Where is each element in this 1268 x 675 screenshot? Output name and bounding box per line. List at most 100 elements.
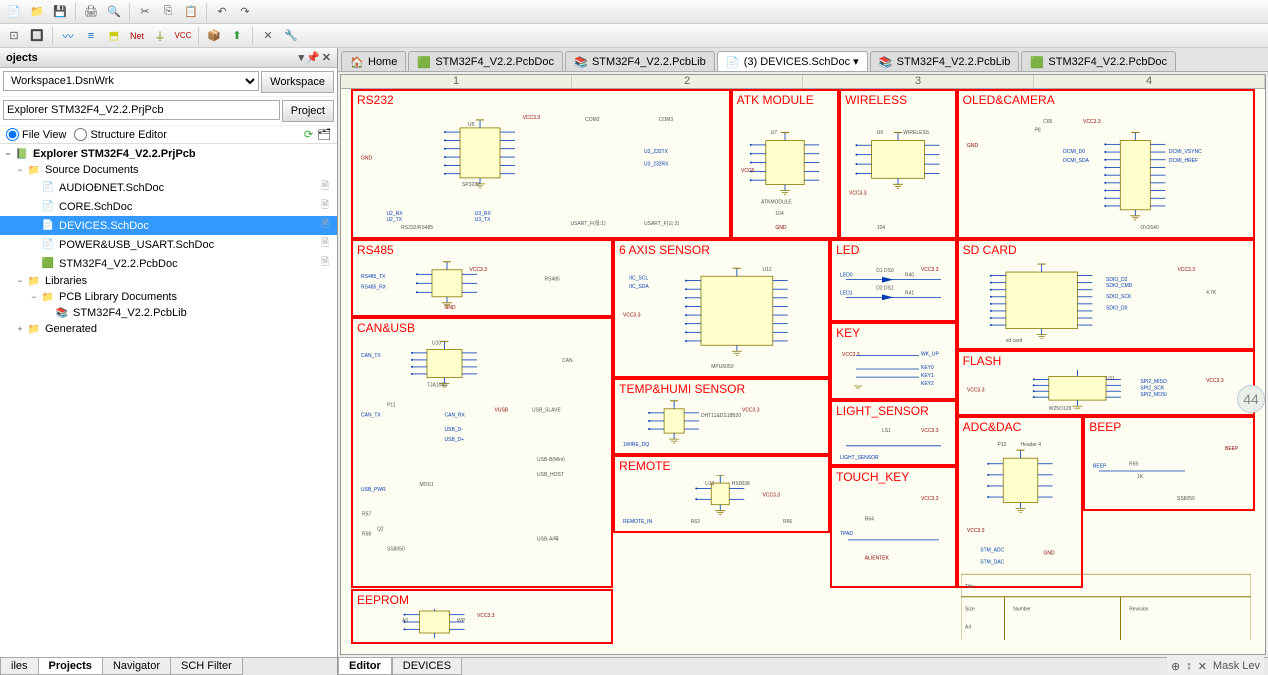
schematic-block-eeprom[interactable]: EEPROMVCC3.3A0WP [351,589,613,645]
tree-item[interactable]: −📗Explorer STM32F4_V2.2.PrjPcb [0,146,337,162]
project-input[interactable] [3,100,280,120]
doc-tab[interactable]: 🟩STM32F4_V2.2.PcbDoc [1021,51,1176,71]
schematic-block-titleblock[interactable]: TitleSizeA4NumberRevision [957,511,1255,644]
tb-undo[interactable]: ↶ [212,2,232,22]
schematic-block-flash[interactable]: FLASHU11W25Q128VCC3.3SPI2_MISOSPI2_SCKSP… [957,350,1255,417]
schematic-block-atk[interactable]: ATK MODULEU7ATKMODULEVCC5GND104 [731,89,839,239]
tb-cross[interactable]: ✕ [258,26,278,46]
doc-tab[interactable]: 🏠Home [341,51,406,71]
schematic-block-axis[interactable]: 6 AXIS SENSORU12MPU6050IIC_SCLIIC_SDAVCC… [613,239,830,378]
file-view-radio[interactable]: File View [6,128,66,141]
tb-copy[interactable]: ⎘ [158,2,178,22]
schematic-block-led[interactable]: LEDLED0LED1D1 DS0D2 DS1VCC3.3R40R41 [830,239,957,322]
tb-port[interactable]: ⬒ [104,26,124,46]
block-title: TOUCH_KEY [836,470,909,484]
doc-tab[interactable]: 🟩STM32F4_V2.2.PcbDoc [408,51,563,71]
block-title: 6 AXIS SENSOR [619,243,710,257]
block-title: KEY [836,326,860,340]
doc-tab[interactable]: 📚STM32F4_V2.2.PcbLib [565,51,715,71]
svg-text:ALIENTEK: ALIENTEK [865,556,890,562]
tb-cut[interactable]: ✂ [135,2,155,22]
block-title: BEEP [1089,420,1121,434]
left-tab[interactable]: Projects [38,658,103,675]
left-tab[interactable]: Navigator [102,658,171,675]
tree-item[interactable]: −📁Libraries [0,273,337,289]
projects-panel: ojects ▾ 📌 ✕ Workspace1.DsnWrk Workspace… [0,48,338,675]
schematic-block-beep[interactable]: BEEPBEEPBEEPR59SS80501K [1083,416,1255,510]
bottom-tab[interactable]: DEVICES [392,658,462,675]
schematic-block-touch[interactable]: TOUCH_KEYVCC3.3TPADR64ALIENTEK [830,466,957,588]
schematic-block-temp[interactable]: TEMP&HUMI SENSORDHT11&DS18B20VCC3.31WIRE… [613,378,830,456]
left-tab[interactable]: SCH Filter [170,658,243,675]
svg-text:VCC3.3: VCC3.3 [763,493,781,499]
settings-icon[interactable]: 🗂 [317,128,331,141]
schematic-block-remote[interactable]: REMOTEU13HS0038REMOTE_INVCC3.3R63R66 [613,455,830,533]
svg-text:WK_UP: WK_UP [921,352,939,358]
tree-item[interactable]: 📄DEVICES.SchDoc🗎 [0,216,337,235]
schematic-canvas[interactable]: 1234 RS232U5SP3232VCC3.3GNDCOM2COM3U2_RX… [340,74,1266,655]
schematic-block-wireless[interactable]: WIRELESSU6WIRELESSVCC3.3104 [839,89,957,239]
tb-vcc[interactable]: VCC [173,26,193,46]
tree-item[interactable]: 📄AUDIOÐNET.SchDoc🗎 [0,178,337,197]
tb-bus[interactable]: ≡ [81,26,101,46]
svg-text:USART_F(公:2): USART_F(公:2) [644,221,680,227]
tb-save[interactable]: 💾 [50,2,70,22]
panel-close-icon[interactable]: ✕ [322,51,331,64]
tb-config[interactable]: 🔧 [281,26,301,46]
svg-text:sd card: sd card [1006,338,1023,344]
doc-tab[interactable]: 📄(3) DEVICES.SchDoc ▾ [717,51,868,71]
tb-zoom-area[interactable]: 🔲 [27,26,47,46]
svg-text:Title: Title [965,584,974,590]
tb-preview[interactable]: 🔍 [104,2,124,22]
tb-print[interactable]: 🖨 [81,2,101,22]
svg-text:104: 104 [775,211,784,217]
svg-text:U2_TX: U2_TX [386,217,402,223]
tree-item[interactable]: 🟩STM32F4_V2.2.PcbDoc🗎 [0,254,337,273]
project-button[interactable]: Project [282,100,334,122]
project-tree[interactable]: −📗Explorer STM32F4_V2.2.PrjPcb−📁Source D… [0,144,337,403]
tb-wire[interactable]: 〰 [58,26,78,46]
tree-item[interactable]: 📚STM32F4_V2.2.PcbLib [0,305,337,321]
refresh-icon[interactable]: ⟳ [304,128,313,141]
panel-pin-icon[interactable]: 📌 [306,51,320,64]
tb-net[interactable]: Net [127,26,147,46]
svg-text:GND: GND [775,225,787,231]
schematic-block-sd[interactable]: SD CARDsd cardVCC3.3SDIO_D2SDIO_CMDSDIO_… [957,239,1255,350]
tree-item[interactable]: −📁PCB Library Documents [0,289,337,305]
tb-part[interactable]: 📦 [204,26,224,46]
schematic-block-rs232[interactable]: RS232U5SP3232VCC3.3GNDCOM2COM3U2_RXU2_TX… [351,89,731,239]
svg-text:GND: GND [445,305,457,311]
tb-redo[interactable]: ↷ [235,2,255,22]
bottom-tab[interactable]: Editor [338,658,392,675]
svg-text:VCC3.3: VCC3.3 [967,387,985,393]
schematic-block-oled[interactable]: OLED&CAMERAP8OV2640C65VCC3.3GNDDCMI_D0DC… [957,89,1255,239]
tree-item[interactable]: +📁Generated [0,321,337,337]
left-tab[interactable]: iles [0,658,39,675]
tb-open[interactable]: 📁 [27,2,47,22]
tree-item[interactable]: 📄POWER&USB_USART.SchDoc🗎 [0,235,337,254]
svg-text:USB-A/母: USB-A/母 [537,536,559,542]
schematic-block-rs485[interactable]: RS485RS485_TXRS485_RXVCC3.3RS485GND [351,239,613,317]
tb-sheet[interactable]: ⬆ [227,26,247,46]
tb-paste[interactable]: 📋 [181,2,201,22]
svg-text:VCC3.3: VCC3.3 [1083,119,1101,125]
svg-text:HS0038: HS0038 [732,481,750,487]
doc-tab[interactable]: 📚STM32F4_V2.2.PcbLib [870,51,1020,71]
tb-new[interactable]: 📄 [4,2,24,22]
tree-item[interactable]: 📄CORE.SchDoc🗎 [0,197,337,216]
workspace-button[interactable]: Workspace [261,71,334,93]
tree-item[interactable]: −📁Source Documents [0,162,337,178]
workspace-select[interactable]: Workspace1.DsnWrk [3,71,259,91]
schematic-block-key[interactable]: KEYVCC3.3WK_UPKEY0KEY1KEY2 [830,322,957,400]
svg-text:VCC3.3: VCC3.3 [523,115,541,121]
panel-dropdown-icon[interactable]: ▾ [299,51,305,64]
tb-zoom-fit[interactable]: ⊡ [4,26,24,46]
schematic-block-light[interactable]: LIGHT_SENSORLS1VCC3.3LIGHT_SENSOR [830,400,957,467]
block-title: SD CARD [963,243,1017,257]
svg-text:SS8050: SS8050 [387,546,405,552]
svg-text:CAN_TX: CAN_TX [361,352,381,358]
tb-gnd[interactable]: ⏚ [150,26,170,46]
structure-editor-radio[interactable]: Structure Editor [74,128,166,141]
svg-text:VCC3.3: VCC3.3 [1206,378,1224,384]
schematic-block-canusb[interactable]: CAN&USBU10TJA1050CAN_TXCANCAN_TXCAN_RXP1… [351,317,613,589]
